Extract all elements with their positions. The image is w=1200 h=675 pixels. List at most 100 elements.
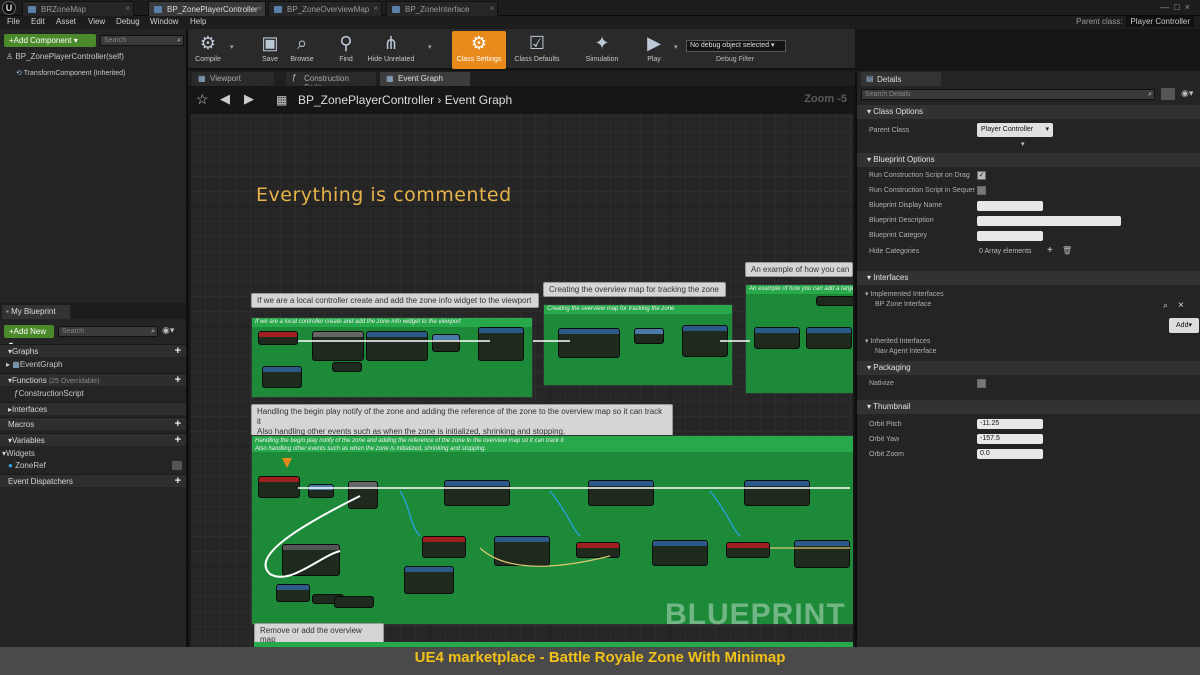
section-interfaces[interactable]: ▸Interfaces: [0, 402, 186, 415]
orbit-yaw-label: Orbit Yaw: [869, 436, 900, 443]
section-functions[interactable]: ▾Functions (25 Overridable) +: [0, 373, 186, 386]
blueprint-search-input[interactable]: Search ⌕: [58, 326, 158, 337]
add-component-button[interactable]: +Add Component ▾: [4, 34, 96, 47]
property-matrix-icon[interactable]: [1161, 88, 1175, 100]
section-variables[interactable]: ▾Variables +: [0, 433, 186, 446]
add-graph-icon[interactable]: +: [175, 345, 181, 358]
details-icon: ▤: [866, 74, 874, 83]
function-item-constructionscript[interactable]: ƒConstructionScript: [14, 389, 84, 398]
parent-class-link[interactable]: Player Controller: [1126, 16, 1194, 27]
close-icon[interactable]: ×: [257, 4, 262, 13]
section-interfaces[interactable]: ▾ Interfaces: [857, 271, 1200, 285]
tab-construction-script[interactable]: ƒConstruction Scrip: [286, 72, 376, 92]
tab-event-graph[interactable]: ▦ Event Graph: [380, 72, 470, 86]
unreal-logo-icon[interactable]: U: [2, 1, 16, 15]
add-interface-button[interactable]: Add▾: [1169, 318, 1199, 333]
bp-zone-interface-item[interactable]: BP Zone Interface: [875, 301, 931, 308]
class-settings-button[interactable]: ⚙ Class Settings: [452, 31, 506, 69]
menu-debug[interactable]: Debug: [116, 17, 140, 26]
section-packaging[interactable]: ▾ Packaging: [857, 361, 1200, 375]
menu-help[interactable]: Help: [190, 17, 206, 26]
menu-asset[interactable]: Asset: [56, 17, 76, 26]
debug-filter-label: Debug Filter: [716, 56, 755, 63]
browse-button[interactable]: ⌕ Browse: [282, 31, 322, 69]
editor-tabs: ▦Viewport ƒConstruction Scrip ▦Event Gra…: [188, 71, 855, 92]
play-button[interactable]: ▶ Play: [634, 31, 674, 69]
tab-bp-zoneoverviewmap[interactable]: BP_ZoneOverviewMap ×: [268, 1, 382, 16]
run-cs-seq-checkbox[interactable]: [977, 186, 986, 195]
section-graphs[interactable]: ▾Graphs +: [0, 344, 186, 357]
event-graph-canvas[interactable]: ☆ ◀ ▶ ▦ BP_ZonePlayerController › Event …: [190, 86, 853, 648]
interface-icon: [392, 6, 400, 13]
graph-item-eventgraph[interactable]: ▸ ▦EventGraph: [6, 360, 63, 369]
class-defaults-button[interactable]: ☑ Class Defaults: [510, 31, 564, 69]
display-name-label: Blueprint Display Name: [869, 202, 943, 209]
parent-class-dropdown[interactable]: Player Controller ▾: [977, 123, 1053, 137]
compile-button[interactable]: ⚙ Compile: [188, 31, 228, 69]
category-input[interactable]: [977, 231, 1043, 241]
display-name-input[interactable]: [977, 201, 1043, 211]
video-caption: UE4 marketplace - Battle Royale Zone Wit…: [0, 647, 1200, 675]
window-controls[interactable]: — □ ×: [1090, 2, 1190, 14]
debug-object-select[interactable]: No debug object selected ▾: [686, 40, 786, 52]
eye-icon[interactable]: ◉▾: [162, 325, 174, 336]
description-input[interactable]: [977, 216, 1121, 226]
tab-my-blueprint[interactable]: ▪ My Blueprint: [2, 305, 70, 319]
tab-bp-zoneinterface[interactable]: BP_ZoneInterface ×: [386, 1, 498, 16]
tab-brzonemap[interactable]: BRZoneMap ×: [22, 1, 134, 16]
add-variable-icon[interactable]: +: [175, 434, 181, 447]
section-thumbnail[interactable]: ▾ Thumbnail: [857, 400, 1200, 414]
menu-view[interactable]: View: [88, 17, 105, 26]
nativize-checkbox[interactable]: [977, 379, 986, 388]
component-transform[interactable]: ⟲ TransformComponent (Inherited): [16, 69, 125, 77]
tab-details[interactable]: ▤ Details: [861, 72, 941, 86]
close-icon[interactable]: ×: [373, 4, 378, 13]
variable-zoneref[interactable]: ● ZoneRef: [8, 461, 46, 470]
close-icon[interactable]: ×: [489, 4, 494, 13]
details-search-input[interactable]: Search Details ⌕: [861, 89, 1155, 100]
section-event-dispatchers[interactable]: Event Dispatchers +: [0, 474, 186, 487]
eye-visibility-icon[interactable]: [172, 461, 182, 470]
menu-edit[interactable]: Edit: [31, 17, 45, 26]
add-element-icon[interactable]: +: [1047, 245, 1053, 256]
run-cs-drag-checkbox[interactable]: ✓: [977, 171, 986, 180]
hide-unrelated-button[interactable]: ⋔ Hide Unrelated: [366, 31, 416, 69]
orbit-yaw-input[interactable]: -157.5: [977, 434, 1043, 444]
parent-class: Parent class: Player Controller: [1076, 16, 1194, 27]
orbit-zoom-input[interactable]: 0.0: [977, 449, 1043, 459]
orbit-zoom-label: Orbit Zoom: [869, 451, 905, 458]
orbit-pitch-input[interactable]: -11.25: [977, 419, 1043, 429]
menu-file[interactable]: File: [7, 17, 20, 26]
expand-arrow-icon[interactable]: ▾: [1021, 140, 1025, 148]
widgets-group[interactable]: ▾Widgets: [2, 449, 35, 458]
run-cs-drag-label: Run Construction Script on Drag: [869, 172, 970, 179]
chevron-down-icon[interactable]: ▾: [674, 43, 678, 51]
eye-icon[interactable]: ◉▾: [1181, 88, 1193, 99]
save-icon: ▣: [261, 33, 279, 53]
function-icon: ƒ: [292, 73, 297, 82]
menu-window[interactable]: Window: [150, 17, 178, 26]
close-icon[interactable]: ×: [125, 4, 130, 13]
search-icon[interactable]: ⌕: [1163, 300, 1168, 311]
add-dispatcher-icon[interactable]: +: [175, 475, 181, 488]
nav-agent-interface-item: Nav Agent Interface: [875, 348, 937, 355]
tab-viewport[interactable]: ▦ Viewport: [192, 72, 274, 86]
blueprint-icon: ▪: [6, 307, 9, 316]
section-macros[interactable]: Macros +: [0, 417, 186, 430]
section-blueprint-options[interactable]: ▾ Blueprint Options: [857, 153, 1200, 167]
simulation-button[interactable]: ✦ Simulation: [582, 31, 622, 69]
chevron-down-icon[interactable]: ▾: [428, 43, 432, 51]
section-class-options[interactable]: ▾ Class Options: [857, 105, 1200, 119]
run-cs-seq-label: Run Construction Script in Sequer: [869, 187, 975, 194]
close-icon[interactable]: ×: [1178, 300, 1184, 311]
tab-bp-zoneplayercontroller[interactable]: BP_ZonePlayerController ×: [148, 1, 266, 16]
orbit-pitch-label: Orbit Pitch: [869, 421, 902, 428]
find-button[interactable]: ⚲ Find: [326, 31, 366, 69]
component-root[interactable]: ♙ BP_ZonePlayerController(self): [6, 52, 124, 61]
add-new-button[interactable]: +Add New ▾: [4, 325, 54, 349]
chevron-down-icon[interactable]: ▾: [230, 43, 234, 51]
add-macro-icon[interactable]: +: [175, 418, 181, 431]
add-function-icon[interactable]: +: [175, 374, 181, 387]
trash-icon[interactable]: 🗑: [1062, 246, 1072, 255]
components-search-input[interactable]: Search ⌕: [100, 35, 184, 46]
